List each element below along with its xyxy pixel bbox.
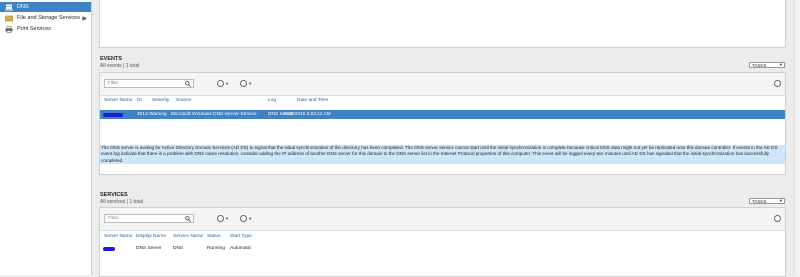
sidebar-item-label: DNS xyxy=(17,4,29,10)
events-subtitle: All events | 1 total xyxy=(100,63,140,69)
chevron-down-icon: ▾ xyxy=(779,62,782,67)
sidebar-item-label: File and Storage Services xyxy=(17,15,80,21)
expand-collapse-button[interactable] xyxy=(774,80,781,87)
search-icon[interactable] xyxy=(185,81,191,87)
services-filterbar: Filter ▾ ▾ xyxy=(100,208,785,231)
event-severity: Warning xyxy=(149,112,167,117)
sidebar-item-dns[interactable]: DNS xyxy=(0,2,91,12)
services-subtitle: All services | 1 total xyxy=(100,199,143,205)
table-row[interactable]: DNS Server DNS Running Automatic xyxy=(100,244,785,253)
sidebar: DNS File and Storage Services ▶ Print Se… xyxy=(0,0,92,275)
column-header-log[interactable]: Log xyxy=(268,98,276,103)
events-title: EVENTS xyxy=(100,56,123,62)
column-header-severity[interactable]: Severity xyxy=(152,98,169,103)
sidebar-item-label: Print Services xyxy=(17,26,51,32)
column-header-source[interactable]: Source xyxy=(176,98,191,103)
servers-panel xyxy=(99,0,786,48)
events-panel: Filter ▾ ▾ Server Name ID Severity Sourc… xyxy=(99,72,786,175)
services-filter-input[interactable]: Filter xyxy=(104,214,194,223)
redacted-server-name xyxy=(103,247,115,251)
column-header-display-name[interactable]: Display Name xyxy=(136,234,166,239)
events-filterbar: Filter ▾ ▾ xyxy=(100,73,785,96)
chevron-down-icon[interactable]: ▾ xyxy=(249,81,251,87)
chevron-down-icon[interactable]: ▾ xyxy=(249,216,251,222)
table-row[interactable]: 4013 Warning Microsoft-Windows-DNS-Serve… xyxy=(100,110,785,119)
redacted-server-name xyxy=(103,113,123,117)
services-title: SERVICES xyxy=(100,192,128,198)
events-tasks-button[interactable]: TASKS ▾ xyxy=(749,62,785,68)
filter-options-button[interactable] xyxy=(217,215,224,222)
filter-placeholder: Filter xyxy=(108,216,119,221)
event-description: The DNS server is waiting for Active Dir… xyxy=(100,145,785,164)
column-header-service-name[interactable]: Service Name xyxy=(173,234,203,239)
event-source: Microsoft-Windows-DNS-Server-Service xyxy=(171,112,257,117)
column-header-id[interactable]: ID xyxy=(137,98,142,103)
event-date-time: 9/30/2016 5:02:11 AM xyxy=(284,112,331,117)
vertical-scrollbar[interactable] xyxy=(794,0,800,275)
chevron-down-icon[interactable]: ▾ xyxy=(226,81,228,87)
dns-server-icon xyxy=(5,4,13,11)
service-display-name: DNS Server xyxy=(136,246,162,251)
tasks-label: TASKS xyxy=(752,198,767,204)
column-header-date-time[interactable]: Date and Time xyxy=(297,98,328,103)
save-query-button[interactable] xyxy=(240,215,247,222)
filter-placeholder: Filter xyxy=(108,81,119,86)
event-id: 4013 xyxy=(137,112,148,117)
column-header-status[interactable]: Status xyxy=(207,234,221,239)
sidebar-item-print-services[interactable]: Print Services xyxy=(0,24,91,34)
file-storage-icon xyxy=(5,15,13,22)
search-icon[interactable] xyxy=(185,216,191,222)
services-panel: Filter ▾ ▾ Server Name Display Name Serv… xyxy=(99,207,786,277)
service-start-type: Automatic xyxy=(230,246,252,251)
column-header-start-type[interactable]: Start Type xyxy=(230,234,252,239)
sidebar-item-file-storage[interactable]: File and Storage Services ▶ xyxy=(0,13,91,23)
chevron-down-icon: ▾ xyxy=(779,198,782,203)
chevron-right-icon[interactable]: ▶ xyxy=(82,15,87,22)
events-filter-input[interactable]: Filter xyxy=(104,79,194,88)
service-name: DNS xyxy=(173,246,184,251)
main-content: EVENTS All events | 1 total TASKS ▾ Filt… xyxy=(91,0,800,277)
services-tasks-button[interactable]: TASKS ▾ xyxy=(749,198,785,204)
save-query-button[interactable] xyxy=(240,80,247,87)
chevron-down-icon[interactable]: ▾ xyxy=(226,216,228,222)
filter-options-button[interactable] xyxy=(217,80,224,87)
printer-icon xyxy=(5,25,13,33)
column-header-server-name[interactable]: Server Name xyxy=(104,234,132,239)
column-header-server-name[interactable]: Server Name xyxy=(104,98,132,103)
service-status: Running xyxy=(207,246,225,251)
expand-collapse-button[interactable] xyxy=(774,215,781,222)
tasks-label: TASKS xyxy=(752,62,767,68)
